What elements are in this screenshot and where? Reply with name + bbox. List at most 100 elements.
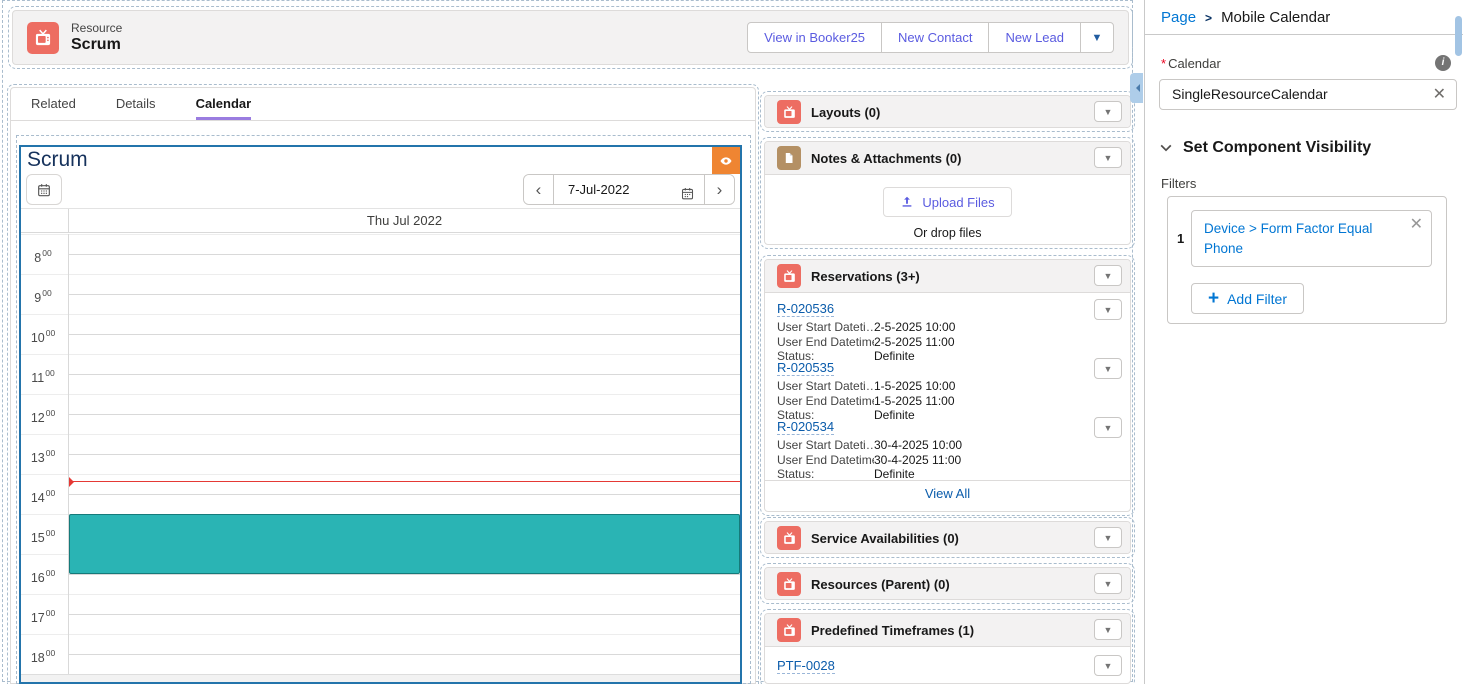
reservation-dropdown-button[interactable]: ▼ — [1094, 299, 1122, 320]
caret-down-icon: ▼ — [1092, 32, 1103, 44]
reservation-link[interactable]: R-020535 — [777, 360, 834, 376]
field-label: User End Datetime: — [777, 395, 874, 409]
calendar-component-outline: Scrum ‹ — [16, 135, 751, 684]
visibility-eye-button[interactable] — [712, 147, 740, 174]
predefined-timeframes-tv-icon — [777, 618, 801, 642]
time-gutter-corner — [21, 209, 69, 232]
reservation-row: R-020534 ▼ User Start Dateti…30-4-2025 1… — [765, 411, 1130, 470]
tv-icon — [33, 28, 53, 48]
record-header: Resource Scrum View in Booker25 New Cont… — [12, 10, 1129, 65]
upload-files-label: Upload Files — [922, 195, 994, 210]
filters-label: Filters — [1161, 176, 1196, 191]
ptf-dropdown-button[interactable]: ▼ — [1094, 655, 1122, 676]
info-icon[interactable]: i — [1435, 55, 1451, 71]
add-filter-button[interactable]: + Add Filter — [1191, 283, 1304, 314]
service-availabilities-dropdown-button[interactable]: ▼ — [1094, 527, 1122, 548]
calendar-name-value: SingleResourceCalendar — [1172, 86, 1328, 102]
field-label: User End Datetime: — [777, 336, 874, 350]
layouts-title: Layouts (0) — [811, 105, 880, 120]
calendar-name-input[interactable]: SingleResourceCalendar ✕ — [1159, 79, 1457, 110]
filter-condition-button[interactable]: Device > Form Factor Equal Phone ✕ — [1191, 210, 1432, 267]
filter-condition-label: Device > Form Factor Equal Phone — [1204, 221, 1372, 256]
resources-parent-dropdown-button[interactable]: ▼ — [1094, 573, 1122, 594]
reservations-header: Reservations (3+) ▼ — [765, 260, 1130, 292]
related-list-service-availabilities: Service Availabilities (0) ▼ — [764, 521, 1131, 554]
status-link[interactable]: Definite — [874, 468, 915, 482]
related-list-notes: Notes & Attachments (0) ▼ Upload Files O… — [764, 141, 1131, 245]
breadcrumb: Page > Mobile Calendar — [1161, 9, 1330, 26]
panel-divider — [1145, 34, 1463, 35]
view-all-link[interactable]: View All — [925, 486, 970, 501]
time-label: 1000 — [21, 325, 65, 346]
layouts-dropdown-button[interactable]: ▼ — [1094, 101, 1122, 122]
new-contact-button[interactable]: New Contact — [881, 22, 989, 53]
field-value: 30-4-2025 11:00 — [874, 454, 961, 468]
ptf-link[interactable]: PTF-0028 — [777, 658, 835, 674]
ptf-row: PTF-0028 ▼ — [765, 646, 1130, 684]
reservation-row: R-020535 ▼ User Start Dateti…1-5-2025 10… — [765, 352, 1130, 411]
eye-icon — [718, 153, 734, 169]
predefined-timeframes-title: Predefined Timeframes (1) — [811, 623, 974, 638]
reservations-tv-icon — [777, 264, 801, 288]
breadcrumb-separator: > — [1205, 11, 1212, 25]
calendar-toolbar: ‹ 7-Jul-2022 › — [26, 174, 735, 206]
day-column[interactable] — [69, 234, 740, 674]
notes-title: Notes & Attachments (0) — [811, 151, 961, 166]
date-value: 7-Jul-2022 — [568, 182, 629, 197]
record-tabs-card: Related Details Calendar Scrum — [10, 87, 756, 684]
time-label: 1800 — [21, 645, 65, 666]
service-availabilities-tv-icon — [777, 526, 801, 550]
field-label: User End Datetime: — [777, 454, 874, 468]
date-picker-calendar-icon[interactable] — [680, 182, 695, 205]
reservation-dropdown-button[interactable]: ▼ — [1094, 417, 1122, 438]
calendar-field-label: *Calendar — [1161, 56, 1221, 71]
filter-number: 1 — [1177, 231, 1184, 246]
time-label: 1300 — [21, 445, 65, 466]
tab-details[interactable]: Details — [116, 96, 156, 120]
previous-day-button[interactable]: ‹ — [524, 175, 554, 204]
upload-icon — [900, 195, 914, 209]
calendar-event[interactable] — [69, 514, 740, 574]
set-component-visibility-toggle[interactable]: Set Component Visibility — [1159, 139, 1371, 157]
predefined-timeframes-dropdown-button[interactable]: ▼ — [1094, 619, 1122, 640]
calendar-scrollbar-track[interactable] — [21, 674, 740, 684]
related-list-reservations: Reservations (3+) ▼ R-020536 ▼ User Star… — [764, 259, 1131, 512]
new-lead-button[interactable]: New Lead — [988, 22, 1081, 53]
date-input[interactable]: 7-Jul-2022 — [554, 175, 704, 204]
reservation-link[interactable]: R-020534 — [777, 419, 834, 435]
field-label: User Start Dateti… — [777, 321, 874, 335]
upload-files-button[interactable]: Upload Files — [883, 187, 1011, 217]
calendar-grid: 8009001000110012001300140015001600170018… — [21, 234, 740, 674]
reservations-dropdown-button[interactable]: ▼ — [1094, 265, 1122, 286]
reservation-row: R-020536 ▼ User Start Dateti…2-5-2025 10… — [765, 293, 1130, 352]
tab-related[interactable]: Related — [31, 96, 76, 120]
drop-files-text: Or drop files — [765, 226, 1130, 240]
next-day-button[interactable]: › — [704, 175, 734, 204]
notes-body: Upload Files Or drop files — [765, 174, 1130, 245]
time-label: 800 — [21, 245, 65, 266]
tab-calendar[interactable]: Calendar — [196, 96, 252, 120]
view-in-booker25-button[interactable]: View in Booker25 — [747, 22, 882, 53]
reservation-link[interactable]: R-020536 — [777, 301, 834, 317]
layouts-tv-icon — [777, 100, 801, 124]
filter-group: 1 Device > Form Factor Equal Phone ✕ + A… — [1167, 196, 1447, 324]
record-actions: View in Booker25 New Contact New Lead ▼ — [747, 22, 1114, 53]
record-name: Scrum — [71, 35, 122, 54]
more-actions-dropdown[interactable]: ▼ — [1080, 22, 1114, 53]
reservation-dropdown-button[interactable]: ▼ — [1094, 358, 1122, 379]
calendar-view-button[interactable] — [26, 174, 62, 205]
time-label: 1500 — [21, 525, 65, 546]
resource-object-icon — [27, 22, 59, 54]
field-value: 1-5-2025 10:00 — [874, 380, 955, 394]
remove-filter-icon[interactable]: ✕ — [1410, 215, 1423, 235]
field-label: User Start Dateti… — [777, 439, 874, 453]
notes-dropdown-button[interactable]: ▼ — [1094, 147, 1122, 168]
panel-collapse-handle[interactable] — [1130, 73, 1143, 103]
day-header-row: Thu Jul 2022 — [21, 208, 740, 233]
clear-icon[interactable]: ✕ — [1433, 80, 1446, 109]
time-label: 1200 — [21, 405, 65, 426]
notes-header: Notes & Attachments (0) ▼ — [765, 142, 1130, 174]
breadcrumb-page-link[interactable]: Page — [1161, 9, 1196, 26]
scrollbar-thumb[interactable] — [1455, 16, 1462, 56]
add-filter-label: Add Filter — [1227, 291, 1287, 307]
